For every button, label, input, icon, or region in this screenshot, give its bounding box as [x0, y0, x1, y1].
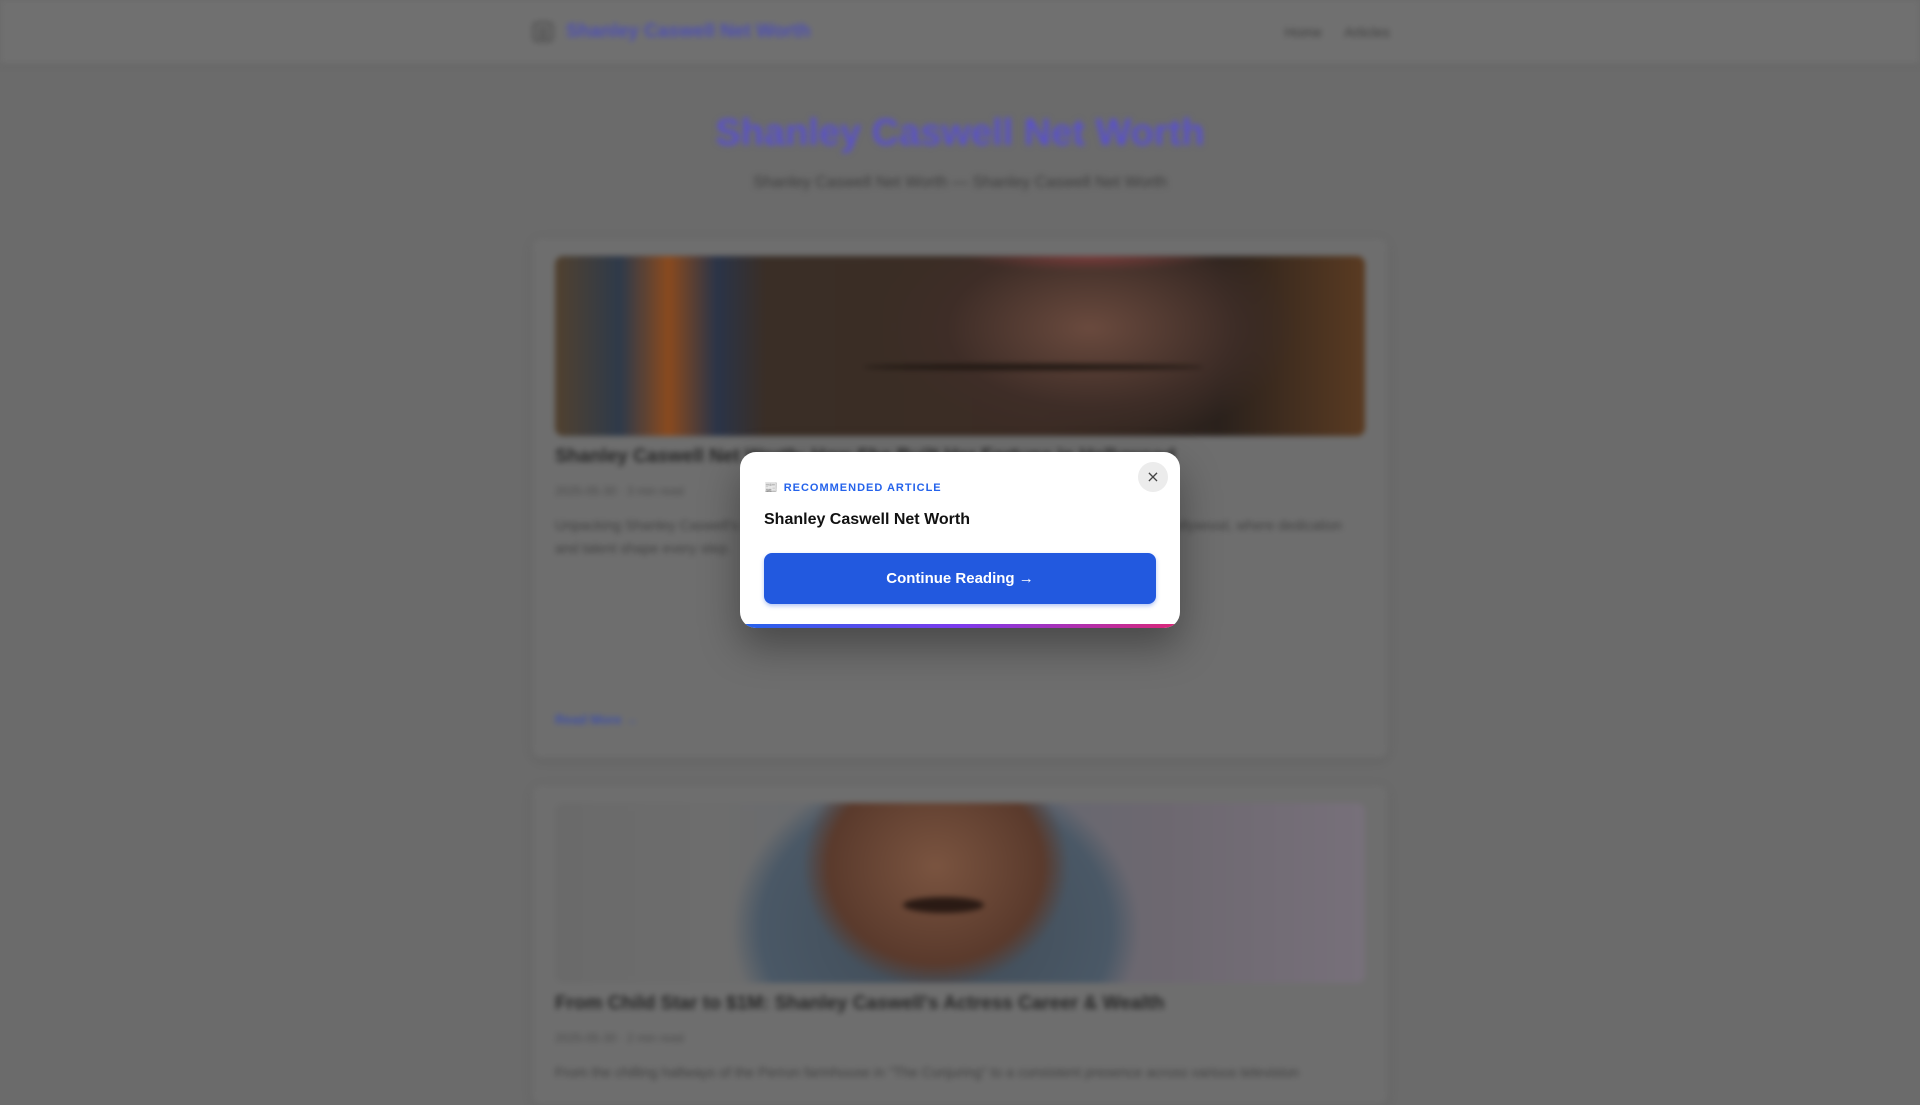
article-meta: 2025-05-30 · 3 min read — [555, 484, 684, 498]
nav-home-link[interactable]: Home — [1285, 24, 1322, 40]
nav-articles-link[interactable]: Articles — [1344, 24, 1390, 40]
site-name-link[interactable]: Shanley Caswell Net Worth — [566, 21, 811, 43]
recommended-article-modal: × 📰 RECOMMENDED ARTICLE Shanley Caswell N… — [740, 452, 1180, 628]
modal-accent-bar — [740, 624, 1180, 628]
modal-kicker: 📰 RECOMMENDED ARTICLE — [764, 481, 942, 494]
page-title: Shanley Caswell Net Worth — [715, 112, 1205, 154]
article-thumbnail[interactable] — [555, 803, 1365, 983]
article-meta: 2025-05-30 · 2 min read — [555, 1031, 684, 1045]
modal-article-title: Shanley Caswell Net Worth — [764, 511, 970, 528]
article-card[interactable]: From Child Star to $1M: Shanley Caswell'… — [532, 785, 1388, 1105]
site-header: Shanley Caswell Net Worth Home Articles — [0, 0, 1920, 64]
close-button[interactable]: × — [1138, 462, 1168, 492]
kicker-label: RECOMMENDED ARTICLE — [783, 482, 942, 494]
article-thumbnail[interactable] — [555, 256, 1365, 436]
newspaper-icon: 📰 — [764, 481, 779, 494]
article-excerpt: From the chilling hallways of the Perron… — [555, 1064, 1299, 1080]
top-nav: Home Articles — [1285, 24, 1390, 40]
newspaper-icon[interactable] — [533, 22, 553, 42]
read-more-link[interactable]: Read More → — [555, 712, 638, 727]
page-subtitle: Shanley Caswell Net Worth — Shanley Casw… — [753, 174, 1167, 191]
continue-reading-button[interactable]: Continue Reading → — [764, 553, 1156, 604]
article-title[interactable]: From Child Star to $1M: Shanley Caswell'… — [555, 993, 1365, 1015]
